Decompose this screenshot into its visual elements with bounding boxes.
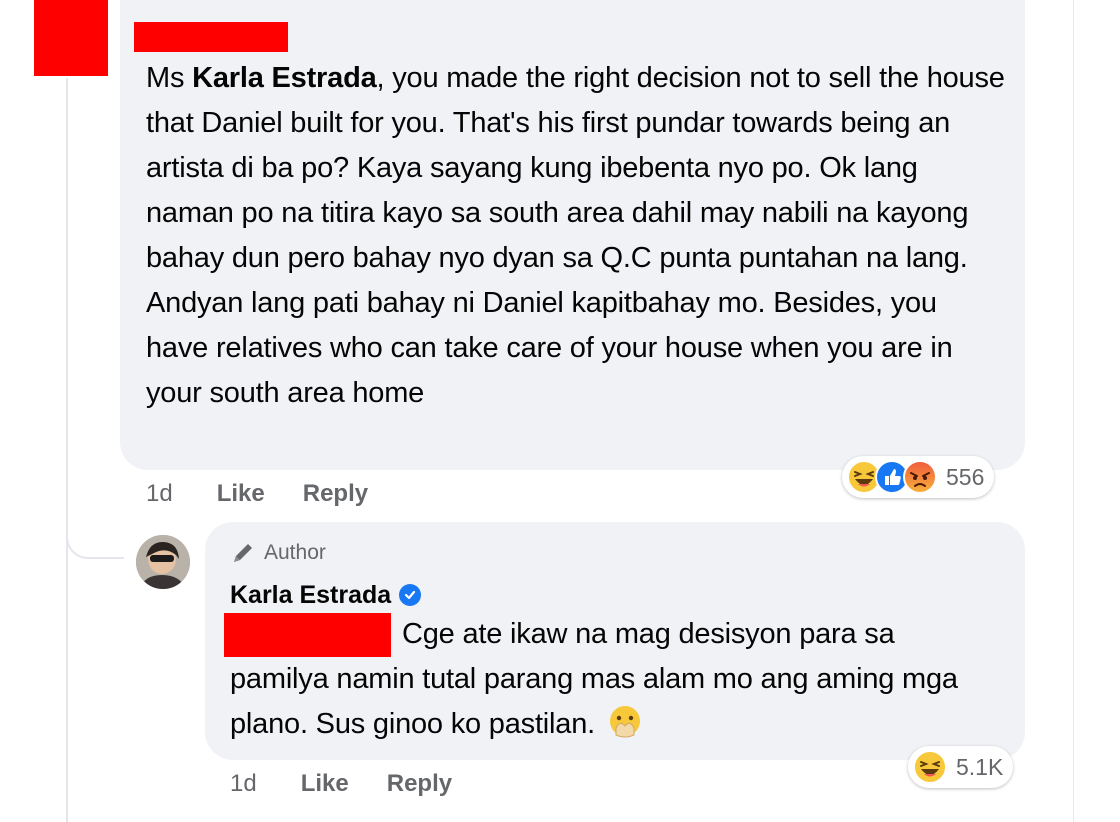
verified-badge-icon	[399, 584, 422, 606]
like-button[interactable]: Like	[217, 480, 265, 508]
reply-text: Cge ate ikaw na mag desisyon para sa pam…	[230, 618, 958, 740]
angry-icon	[903, 460, 937, 494]
reply-like-button[interactable]: Like	[301, 770, 349, 798]
comment-body: Ms Karla Estrada, you made the right dec…	[146, 56, 1006, 416]
comment-text: , you made the right decision not to sel…	[146, 62, 1005, 409]
comment-actions: 1d Like Reply	[146, 480, 406, 508]
author-badge: Author	[230, 538, 326, 568]
redacted-commenter-name[interactable]	[134, 22, 288, 52]
reply-timestamp[interactable]: 1d	[230, 770, 257, 798]
thread-connector	[66, 505, 124, 559]
mention-link[interactable]: Karla Estrada	[192, 62, 377, 94]
comment-thread: Ms Karla Estrada, you made the right dec…	[0, 0, 1120, 822]
reply-reply-button[interactable]: Reply	[387, 770, 452, 798]
thread-line	[66, 78, 68, 822]
reply-body: Cge ate ikaw na mag desisyon para sa pam…	[230, 612, 990, 747]
author-avatar[interactable]	[136, 535, 190, 589]
reaction-count: 556	[946, 463, 985, 490]
hand-over-mouth-icon	[609, 706, 640, 738]
redacted-avatar[interactable]	[34, 0, 108, 76]
right-panel-edge	[1073, 0, 1120, 822]
reply-reaction-summary[interactable]: 5.1K	[908, 746, 1014, 788]
reply-reaction-count: 5.1K	[956, 753, 1004, 780]
haha-icon	[913, 750, 947, 784]
author-name-link[interactable]: Karla Estrada	[230, 581, 391, 610]
reply-actions: 1d Like Reply	[230, 770, 490, 798]
reaction-summary[interactable]: 556	[842, 456, 995, 498]
comment-timestamp[interactable]: 1d	[146, 480, 173, 508]
author-badge-label: Author	[264, 541, 326, 564]
comment-lead: Ms	[146, 62, 193, 94]
reply-button[interactable]: Reply	[303, 480, 368, 508]
profile-photo	[136, 535, 190, 589]
pencil-icon	[234, 544, 252, 562]
reply-author: Karla Estrada	[230, 578, 422, 612]
